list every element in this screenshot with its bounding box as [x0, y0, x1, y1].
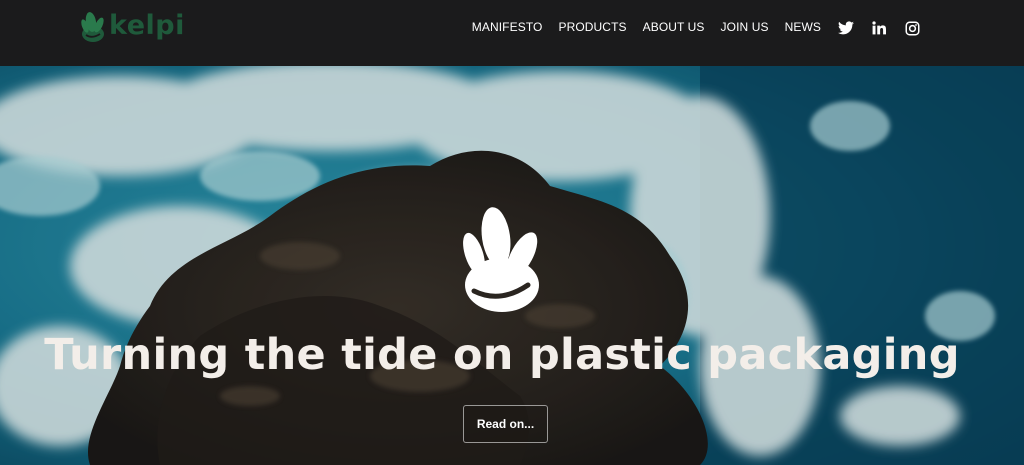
kelp-icon [462, 207, 542, 320]
main-nav: MANIFESTO PRODUCTS ABOUT US JOIN US NEWS [472, 20, 821, 34]
read-on-button[interactable]: Read on... [463, 405, 548, 443]
nav-link-about-us[interactable]: ABOUT US [643, 20, 705, 34]
social-links [838, 20, 920, 36]
nav-link-join-us[interactable]: JOIN US [721, 20, 769, 34]
brand-logo[interactable]: kelpi [80, 8, 185, 44]
linkedin-icon[interactable] [871, 20, 887, 36]
twitter-icon[interactable] [838, 20, 854, 36]
brand-name: kelpi [109, 9, 185, 41]
site-header: kelpi MANIFESTO PRODUCTS ABOUT US JOIN U… [0, 0, 1024, 66]
instagram-icon[interactable] [904, 20, 920, 36]
nav-link-news[interactable]: NEWS [785, 20, 821, 34]
hero-headline: Turning the tide on plastic packaging [44, 330, 960, 380]
kelp-logo-icon [80, 9, 106, 43]
nav-link-products[interactable]: PRODUCTS [558, 20, 626, 34]
nav-link-manifesto[interactable]: MANIFESTO [472, 20, 543, 34]
hero-section: Turning the tide on plastic packaging Re… [0, 66, 1024, 465]
